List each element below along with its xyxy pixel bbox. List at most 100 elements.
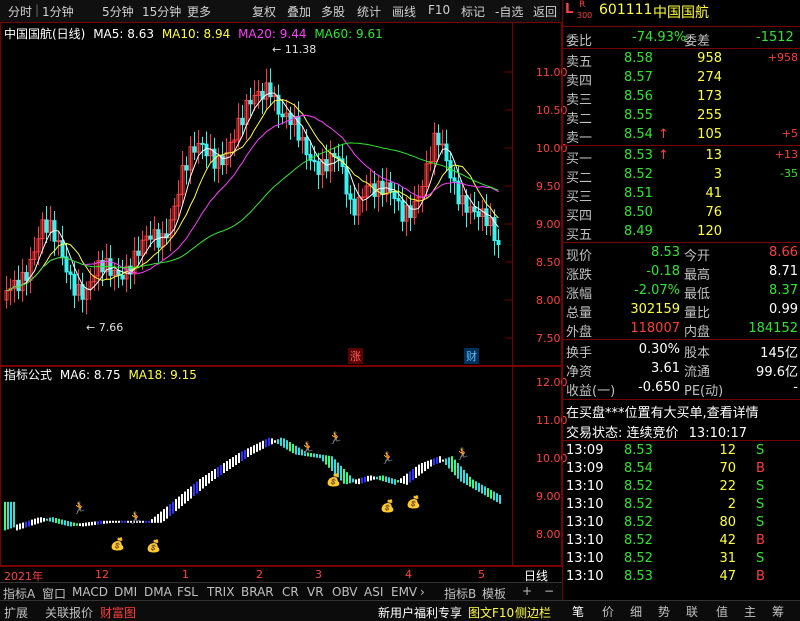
level-price: 8.58 — [624, 51, 653, 66]
stat-row: 收益(一) -0.650 PE(动) - — [566, 379, 800, 399]
tick-row: 13:10 8.53 47 B — [566, 568, 800, 587]
tb-huaxian[interactable]: 画线 — [392, 3, 416, 20]
candle-body — [136, 250, 141, 256]
tab-vr[interactable]: VR — [307, 585, 324, 599]
marker-cai[interactable]: 财 — [464, 348, 479, 364]
order-level: 卖二 8.55 255 — [566, 107, 800, 127]
tab-trix[interactable]: TRIX — [207, 585, 234, 599]
stat-label: 最低 — [684, 287, 711, 302]
footer-related[interactable]: 关联报价 — [45, 604, 93, 621]
footer-expand[interactable]: 扩展 — [4, 604, 28, 621]
trade-status-time: 13:10:17 — [688, 426, 748, 441]
quote-stats: 现价 8.53 今开 8.66 涨跌 -0.18 最高 8.71 涨幅 -2.07% 最低 8.37 总… — [566, 244, 800, 340]
stat-label: 量比 — [684, 306, 711, 321]
tick-volume: 47 — [719, 569, 736, 584]
level-volume: 3 — [713, 167, 722, 182]
candle-body — [248, 100, 253, 105]
tick-side: B — [756, 461, 765, 476]
tab-emv[interactable]: EMV — [391, 585, 417, 599]
candle-body — [444, 143, 449, 162]
tab-jia[interactable]: 价 — [602, 603, 614, 620]
bigorder-notice[interactable]: 在买盘***位置有大买单,查看详情 — [566, 402, 759, 421]
tb-fenshi[interactable]: 分时 — [8, 3, 32, 20]
stat-label: 换手 — [566, 346, 593, 361]
candle-body — [476, 211, 481, 217]
tab-shi[interactable]: 势 — [658, 603, 670, 620]
candle-body — [240, 117, 245, 126]
stat-value: -2.07% — [634, 283, 680, 298]
tick-side: S — [756, 479, 765, 494]
candle-body — [360, 196, 365, 199]
tab-zhi[interactable]: 值 — [716, 603, 728, 620]
tick-volume: 42 — [719, 533, 736, 548]
candle-body — [464, 195, 469, 213]
tab-brar[interactable]: BRAR — [241, 585, 274, 599]
level-label: 卖一 — [566, 131, 593, 146]
candle-body — [148, 235, 153, 240]
tb-diejia[interactable]: 叠加 — [287, 3, 311, 20]
tick-row: 13:10 8.52 80 S — [566, 514, 800, 533]
stat-label: 收益(一) — [566, 384, 616, 399]
minus-icon[interactable]: − — [544, 584, 554, 598]
stat-value: -0.650 — [638, 380, 680, 395]
level-price: 8.56 — [624, 89, 653, 104]
tab-obv[interactable]: OBV — [332, 585, 358, 599]
tab-dmi[interactable]: DMI — [114, 585, 137, 599]
footer-f10[interactable]: 图文F10 — [468, 604, 514, 621]
tick-time: 13:10 — [566, 533, 604, 548]
tb-biaoji[interactable]: 标记 — [461, 3, 485, 20]
stat-label: 外盘 — [566, 325, 593, 340]
stat-label: 流通 — [684, 365, 711, 380]
tb-fuquan[interactable]: 复权 — [252, 3, 276, 20]
tab-lian[interactable]: 联 — [686, 603, 698, 620]
tab-xi[interactable]: 细 — [630, 603, 642, 620]
level-volume: 41 — [705, 186, 722, 201]
tab-zhu[interactable]: 主 — [744, 603, 756, 620]
tick-list: 13:09 8.53 12 S 13:09 8.54 70 B 13:10 8.52 22 S 13:1… — [566, 442, 798, 586]
tick-price: 8.52 — [624, 515, 653, 530]
level-price: 8.53 — [624, 148, 653, 163]
tab-cr[interactable]: CR — [282, 585, 299, 599]
tab-chou[interactable]: 筹 — [772, 603, 784, 620]
tb-zixuan[interactable]: -自选 — [495, 3, 523, 20]
tick-row: 13:09 8.54 70 B — [566, 460, 800, 479]
tb-5min[interactable]: 5分钟 — [102, 3, 134, 20]
order-level: 买五 8.49 120 — [566, 223, 800, 243]
high-price-label: ← 11.38 — [272, 43, 316, 56]
stat-value: 3.61 — [651, 361, 680, 376]
tb-back[interactable]: 返回 — [533, 3, 557, 20]
tick-side: S — [756, 443, 765, 458]
tick-row: 13:10 8.52 42 B — [566, 532, 800, 551]
stat-value: 118007 — [630, 321, 680, 336]
tb-duogu[interactable]: 多股 — [321, 3, 345, 20]
tab-fsl[interactable]: FSL — [177, 585, 198, 599]
tb-more[interactable]: 更多 — [187, 3, 211, 20]
tab-next-arrow[interactable]: › — [420, 585, 425, 599]
level-price: 8.54 — [624, 127, 653, 142]
tick-time: 13:09 — [566, 443, 604, 458]
tick-time: 13:10 — [566, 497, 604, 512]
arrow-up-icon: ↑ — [658, 127, 669, 142]
footer-sidebar[interactable]: 侧边栏 — [515, 604, 551, 621]
weicha-value: -1512 — [756, 30, 794, 45]
tab-bi[interactable]: 笔 — [572, 603, 584, 620]
plus-icon[interactable]: + — [522, 584, 532, 598]
candle-body — [280, 113, 285, 118]
weicha-label: 委差 — [684, 34, 711, 49]
tick-volume: 80 — [719, 515, 736, 530]
tb-f10[interactable]: F10 — [428, 3, 450, 17]
footer-newuser[interactable]: 新用户福利专享 — [378, 604, 462, 621]
tab-macd[interactable]: MACD — [72, 585, 108, 599]
marker-zhang[interactable]: 涨 — [348, 348, 363, 364]
tb-tongji[interactable]: 统计 — [357, 3, 381, 20]
tab-asi[interactable]: ASI — [364, 585, 383, 599]
tab-dma[interactable]: DMA — [144, 585, 172, 599]
tb-1min[interactable]: 1分钟 — [42, 3, 74, 20]
level-volume: 105 — [697, 127, 722, 142]
stat-value: - — [793, 380, 798, 395]
candle-body — [120, 274, 125, 280]
stat-row: 涨跌 -0.18 最高 8.71 — [566, 263, 800, 283]
candle-body — [192, 146, 197, 153]
tb-15min[interactable]: 15分钟 — [142, 3, 181, 20]
footer-wealth[interactable]: 财富图 — [100, 604, 136, 621]
